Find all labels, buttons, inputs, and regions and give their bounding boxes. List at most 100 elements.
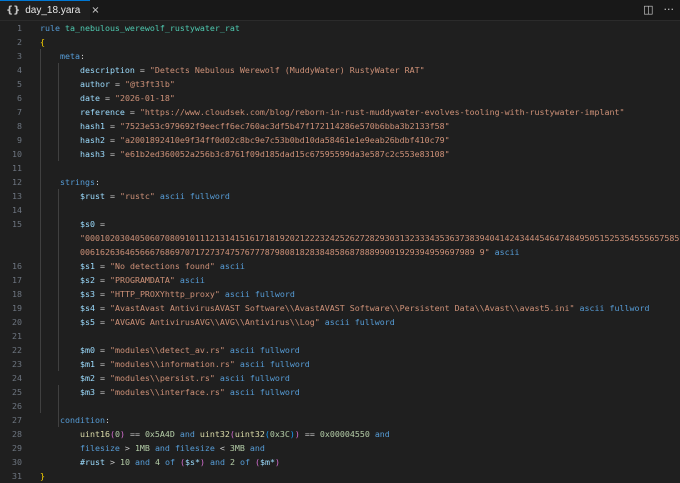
code-text: meta: (59, 51, 85, 61)
yara-file-icon: {} (6, 5, 21, 16)
code-line[interactable]: 30 #rust > 10 and 4 of ($s*) and 2 of ($… (0, 455, 680, 469)
code-line[interactable]: 17 $s2 = "PROGRAMDATA" ascii (0, 273, 680, 287)
code-text: condition: (59, 415, 110, 425)
code-line[interactable]: 4 description = "Detects Nebulous Werewo… (0, 63, 680, 77)
code-line[interactable]: 1 rule ta_nebulous_werewolf_rustywater_ra… (0, 21, 680, 35)
code-line[interactable]: 28 uint16(0) == 0x5A4D and uint32(uint32… (0, 427, 680, 441)
line-number: 17 (12, 275, 22, 285)
code-text: $rust = "rustc" ascii fullword (79, 191, 230, 201)
code-line[interactable]: 23 $m1 = "modules\\information.rs" ascii… (0, 357, 680, 371)
code-text: $s4 = "AvastAvast AntivirusAVAST Softwar… (79, 303, 650, 313)
line-number: 21 (12, 331, 22, 341)
code-text: } (40, 471, 45, 481)
line-number: 9 (17, 135, 22, 145)
code-line[interactable]: 7 reference = "https://www.cloudsek.com/… (0, 105, 680, 119)
code-text: hash3 = "e61b2ed360052a256b3c8761f09d185… (79, 149, 450, 159)
code-text: $m0 = "modules\\detect_av.rs" ascii full… (79, 345, 300, 355)
code-text: $s2 = "PROGRAMDATA" ascii (79, 275, 205, 285)
line-number: 18 (12, 289, 22, 299)
code-text: #rust > 10 and 4 of ($s*) and 2 of ($m*) (79, 457, 280, 467)
code-line[interactable]: 16 $s1 = "No detections found" ascii (0, 259, 680, 273)
line-number: 1 (17, 23, 22, 33)
code-text: $s1 = "No detections found" ascii (79, 261, 245, 271)
line-number: 25 (12, 387, 22, 397)
line-number: 3 (17, 51, 22, 61)
code-line[interactable]: 3 meta: (0, 49, 680, 63)
code-line[interactable]: 27 condition: (0, 413, 680, 427)
code-line[interactable]: 8 hash1 = "7523e53c979692f9eecff6ec760ac… (0, 119, 680, 133)
line-number: 10 (12, 149, 22, 159)
line-number: 8 (17, 121, 22, 131)
code-text: rule ta_nebulous_werewolf_rustywater_rat (40, 23, 240, 33)
code-text: "000102030405060708091011121314151617181… (79, 233, 680, 243)
code-text: uint16(0) == 0x5A4D and uint32(uint32(0x… (79, 429, 390, 439)
code-text: $s5 = "AVGAVG AntivirusAVG\\AVG\\Antivir… (79, 317, 395, 327)
code-line[interactable]: 15 $s0 = (0, 217, 680, 231)
tab-day-18-yara[interactable]: {} day_18.yara × (0, 0, 100, 20)
code-line[interactable]: 2{ (0, 35, 680, 49)
line-number: 30 (12, 457, 22, 467)
line-number: 19 (12, 303, 22, 313)
more-actions-icon[interactable]: ··· (664, 3, 675, 16)
line-number: 12 (12, 177, 22, 187)
code-text: filesize > 1MB and filesize < 3MB and (79, 443, 265, 453)
code-line[interactable]: 6 date = "2026-01-18" (0, 91, 680, 105)
code-text: { (40, 37, 45, 47)
line-number: 11 (12, 163, 22, 173)
line-number: 15 (12, 219, 22, 229)
code-line[interactable]: 11 (0, 161, 680, 175)
code-line[interactable]: 29 filesize > 1MB and filesize < 3MB and (0, 441, 680, 455)
code-line[interactable]: 22 $m0 = "modules\\detect_av.rs" ascii f… (0, 343, 680, 357)
code-line[interactable]: 21 (0, 329, 680, 343)
code-line[interactable]: 10 hash3 = "e61b2ed360052a256b3c8761f09d… (0, 147, 680, 161)
tab-bar: {} day_18.yara × ◫ ··· (0, 0, 680, 21)
code-text: $m1 = "modules\\information.rs" ascii fu… (79, 359, 310, 369)
code-line[interactable]: 14 (0, 203, 680, 217)
code-text: 0061626364656667686970717273747576777879… (79, 247, 520, 257)
line-number: 26 (12, 401, 22, 411)
code-text: strings: (59, 177, 100, 187)
line-number: 13 (12, 191, 22, 201)
code-line[interactable]: 0061626364656667686970717273747576777879… (0, 245, 680, 259)
code-line[interactable]: 26 (0, 399, 680, 413)
code-text: $m3 = "modules\\interface.rs" ascii full… (79, 387, 300, 397)
editor-actions: ◫ ··· (643, 3, 674, 16)
code-line[interactable]: 19 $s4 = "AvastAvast AntivirusAVAST Soft… (0, 301, 680, 315)
code-line[interactable]: 18 $s3 = "HTTP_PROXYhttp_proxy" ascii fu… (0, 287, 680, 301)
line-number: 31 (12, 471, 22, 481)
line-number: 24 (12, 373, 22, 383)
line-number: 16 (12, 261, 22, 271)
line-number: 6 (17, 93, 22, 103)
code-line[interactable]: 25 $m3 = "modules\\interface.rs" ascii f… (0, 385, 680, 399)
code-text: hash2 = "a2001892410e9f34ff0d02c8bc9e7c5… (79, 135, 450, 145)
tab-title: day_18.yara (25, 5, 81, 16)
code-line[interactable]: 31} (0, 469, 680, 483)
code-line[interactable]: "000102030405060708091011121314151617181… (0, 231, 680, 245)
code-text: hash1 = "7523e53c979692f9eecff6ec760ac3d… (79, 121, 450, 131)
line-number: 29 (12, 443, 22, 453)
line-number: 2 (17, 37, 22, 47)
line-number: 23 (12, 359, 22, 369)
code-line[interactable]: 20 $s5 = "AVGAVG AntivirusAVG\\AVG\\Anti… (0, 315, 680, 329)
line-number: 5 (17, 79, 22, 89)
code-editor[interactable]: 1 rule ta_nebulous_werewolf_rustywater_ra… (0, 21, 680, 481)
code-line[interactable]: 24 $m2 = "modules\\persist.rs" ascii ful… (0, 371, 680, 385)
code-text: reference = "https://www.cloudsek.com/bl… (79, 107, 625, 117)
code-line[interactable]: 5 author = "@t3ft3lb" (0, 77, 680, 91)
code-line[interactable]: 13 $rust = "rustc" ascii fullword (0, 189, 680, 203)
line-number: 20 (12, 317, 22, 327)
code-text: $m2 = "modules\\persist.rs" ascii fullwo… (79, 373, 290, 383)
line-number: 28 (12, 429, 22, 439)
line-number: 27 (12, 415, 22, 425)
code-text: $s0 = (79, 219, 105, 229)
code-line[interactable]: 12 strings: (0, 175, 680, 189)
line-number: 22 (12, 345, 22, 355)
line-number: 14 (12, 205, 22, 215)
line-number: 4 (17, 65, 22, 75)
code-line[interactable]: 9 hash2 = "a2001892410e9f34ff0d02c8bc9e7… (0, 133, 680, 147)
close-icon[interactable]: × (91, 5, 99, 16)
code-text: author = "@t3ft3lb" (79, 79, 175, 89)
code-text: $s3 = "HTTP_PROXYhttp_proxy" ascii fullw… (79, 289, 295, 299)
code-text: description = "Detects Nebulous Werewolf… (79, 65, 425, 75)
split-editor-icon[interactable]: ◫ (643, 3, 653, 16)
